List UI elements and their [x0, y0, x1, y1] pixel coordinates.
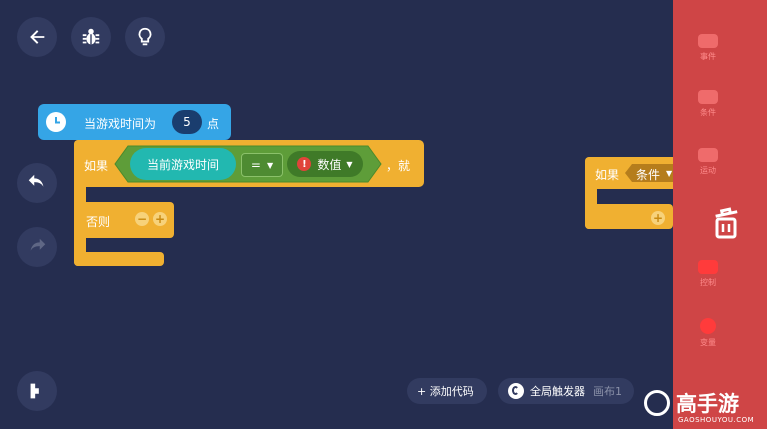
hint-button[interactable]: [125, 17, 165, 57]
chevron-down-icon: ▼: [346, 159, 353, 169]
debug-button[interactable]: [71, 17, 111, 57]
control-category-icon: [698, 260, 718, 274]
category-event-label: 事件: [700, 52, 716, 61]
chevron-down-icon: ▼: [266, 160, 274, 170]
code-editor-canvas[interactable]: { "toolbar": { "back_icon": "arrow-left-…: [0, 0, 767, 429]
undo-button[interactable]: [17, 163, 57, 203]
layout-icon: [30, 383, 39, 399]
then-label: ，就: [386, 159, 411, 173]
event-unit: 点: [207, 117, 220, 131]
add-else-button[interactable]: +: [153, 212, 167, 226]
category-variable[interactable]: 变量: [693, 318, 723, 348]
category-variable-label: 变量: [700, 338, 716, 347]
category-condition-label: 条件: [700, 108, 716, 117]
plus-icon: +: [154, 212, 166, 226]
lightbulb-icon: [138, 27, 152, 46]
else-label: 否则: [86, 215, 111, 229]
category-motion[interactable]: 运动: [693, 148, 723, 176]
clock-icon: [46, 112, 66, 132]
trigger-icon: [508, 383, 524, 399]
layout-button[interactable]: [17, 371, 57, 411]
event-label: 当游戏时间为: [84, 117, 157, 131]
watermark-url: GAOSHOUYOU.COM: [678, 416, 755, 424]
operator-dropdown[interactable]: = ▼: [241, 153, 283, 177]
hour-value: 5: [183, 115, 191, 129]
redo-icon: [30, 238, 46, 251]
undo-icon: [28, 174, 44, 187]
remove-else-button[interactable]: −: [135, 212, 149, 226]
category-event[interactable]: 事件: [693, 34, 723, 62]
event-category-icon: [698, 34, 718, 48]
motion-category-icon: [698, 148, 718, 162]
add-code-button[interactable]: + 添加代码: [407, 378, 487, 404]
watermark: 高手游 GAOSHOUYOU.COM: [640, 388, 767, 429]
condition-category-icon: [698, 90, 718, 104]
value-dropdown[interactable]: ! 数值 ▼: [287, 151, 363, 177]
arrow-left-icon: [30, 30, 45, 44]
operator-label: =: [250, 158, 261, 172]
back-button[interactable]: [17, 17, 57, 57]
time-event-block[interactable]: 当游戏时间为 5 点: [38, 104, 231, 140]
current-game-time-block[interactable]: 当前游戏时间: [130, 148, 236, 180]
category-panel: 事件 条件 运动 控制 变量: [673, 0, 767, 429]
chevron-down-icon: ▼: [666, 169, 673, 178]
watermark-brand: 高手游: [676, 392, 739, 416]
bug-icon: [82, 28, 100, 45]
condition-left-label: 当前游戏时间: [146, 157, 219, 172]
add-code-label: + 添加代码: [417, 385, 474, 398]
watermark-logo-icon: [644, 390, 670, 416]
dragged-if-label: 如果: [595, 168, 620, 182]
trigger-label: 全局触发器: [530, 385, 585, 398]
category-condition[interactable]: 条件: [693, 90, 723, 118]
trash-icon[interactable]: [710, 206, 742, 240]
value-label: 数值: [317, 157, 342, 172]
plus-icon: +: [652, 211, 664, 225]
dragged-condition-label: 条件: [636, 168, 661, 182]
exclamation-icon: !: [297, 157, 312, 171]
dragged-add-else-button[interactable]: +: [651, 211, 665, 225]
hour-input[interactable]: 5: [172, 110, 202, 134]
redo-button[interactable]: [17, 227, 57, 267]
category-control[interactable]: 控制: [693, 260, 723, 288]
if-block-footer: [74, 252, 164, 266]
minus-icon: −: [136, 212, 148, 226]
canvas-label: 画布1: [593, 385, 622, 398]
trigger-selector[interactable]: 全局触发器 画布1: [498, 378, 634, 404]
variable-category-icon: [700, 318, 716, 334]
category-control-label: 控制: [700, 278, 716, 287]
category-motion-label: 运动: [700, 166, 716, 175]
if-label: 如果: [84, 159, 109, 173]
